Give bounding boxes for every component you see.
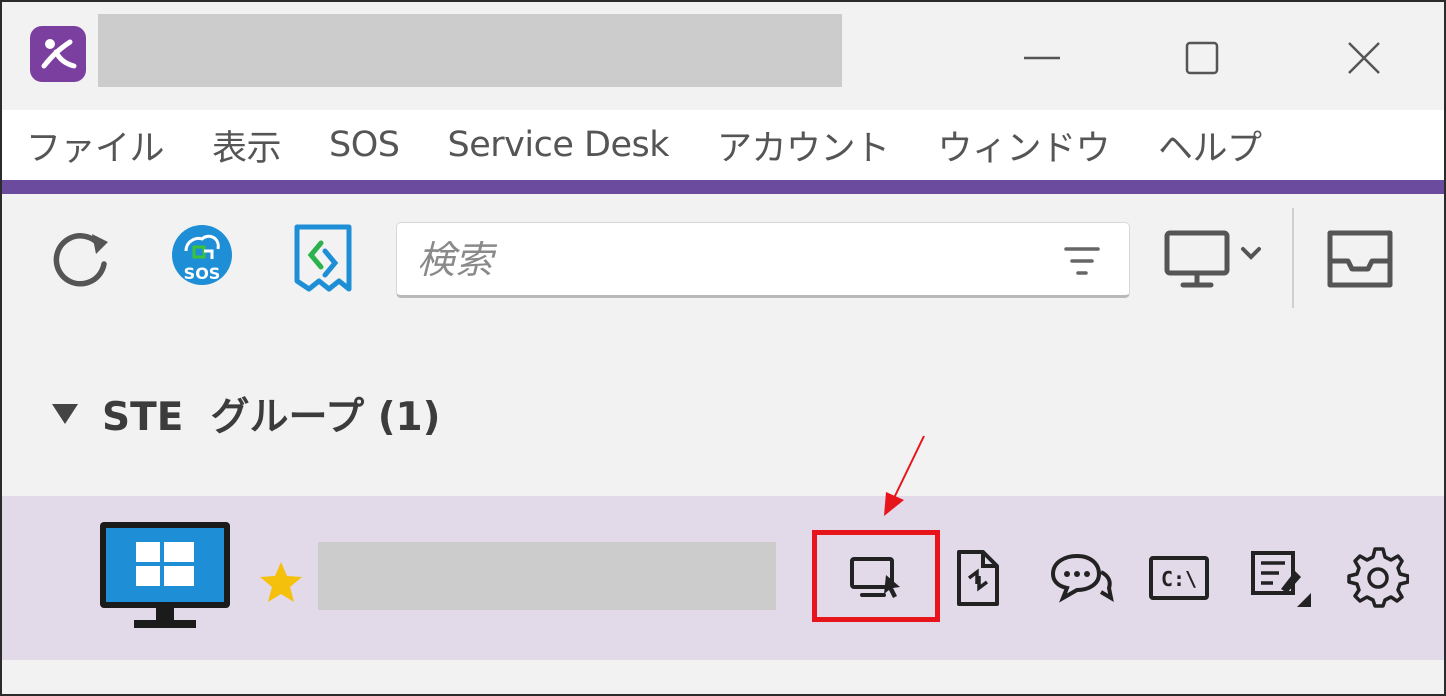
- close-icon: [1348, 42, 1380, 74]
- windows-computer-icon: [98, 520, 232, 636]
- settings-icon: [1347, 547, 1409, 608]
- annotation-arrow-icon: [884, 435, 925, 516]
- search-input[interactable]: [417, 231, 1037, 289]
- inbox-icon: [1327, 230, 1393, 288]
- menu-help[interactable]: ヘルプ: [1158, 120, 1262, 171]
- filter-button[interactable]: [1062, 243, 1102, 283]
- inbox-button[interactable]: [1320, 224, 1400, 294]
- menu-window[interactable]: ウィンドウ: [938, 120, 1111, 171]
- maximize-button[interactable]: [1152, 22, 1252, 94]
- menu-file[interactable]: ファイル: [26, 120, 165, 171]
- chat-icon: [1050, 553, 1114, 603]
- app-logo: [30, 26, 86, 82]
- window-title-redacted: [98, 14, 842, 87]
- toolbar-separator: [1292, 208, 1294, 308]
- connect-button[interactable]: [288, 222, 358, 296]
- sos-button[interactable]: SOS: [164, 220, 240, 296]
- menu-bar: ファイル 表示 SOS Service Desk アカウント ウィンドウ ヘルプ: [2, 110, 1444, 180]
- file-transfer-button[interactable]: [946, 546, 1010, 610]
- minimize-icon: [1024, 56, 1060, 60]
- computer-dropdown-button[interactable]: [1160, 224, 1270, 294]
- computer-dropdown-icon: [1164, 230, 1261, 288]
- terminal-icon: C:\: [1149, 556, 1209, 600]
- menu-view[interactable]: 表示: [212, 120, 282, 171]
- menu-sos[interactable]: SOS: [329, 125, 400, 165]
- favorite-star-icon[interactable]: [258, 560, 304, 608]
- file-transfer-icon: [957, 550, 999, 606]
- group-title: STE グループ (1): [102, 395, 441, 440]
- search-box: [396, 222, 1130, 298]
- refresh-icon: [53, 233, 108, 287]
- annotation-highlight-box: [812, 530, 940, 622]
- app-window: ファイル 表示 SOS Service Desk アカウント ウィンドウ ヘルプ…: [0, 0, 1446, 696]
- minimize-button[interactable]: [992, 22, 1092, 94]
- chat-button[interactable]: [1046, 546, 1116, 610]
- refresh-button[interactable]: [46, 224, 116, 294]
- collapse-triangle-icon[interactable]: [50, 402, 80, 426]
- filter-icon: [1064, 247, 1100, 275]
- settings-button[interactable]: [1346, 546, 1410, 610]
- notes-icon: [1251, 551, 1311, 607]
- sos-badge-text: SOS: [184, 264, 221, 283]
- group-header[interactable]: STE グループ (1): [50, 384, 441, 444]
- toolbar: SOS: [2, 194, 1444, 324]
- notes-button[interactable]: [1248, 546, 1314, 610]
- terminal-button[interactable]: C:\: [1146, 546, 1212, 610]
- menu-service-desk[interactable]: Service Desk: [448, 125, 670, 165]
- maximize-icon: [1185, 41, 1219, 75]
- device-row[interactable]: C:\: [2, 496, 1444, 660]
- connect-icon: [294, 224, 352, 292]
- close-button[interactable]: [1314, 22, 1414, 94]
- menu-account[interactable]: アカウント: [717, 120, 890, 171]
- terminal-label: C:\: [1161, 567, 1197, 591]
- accent-bar: [2, 180, 1444, 194]
- title-bar: [2, 2, 1444, 110]
- sos-icon: SOS: [172, 225, 232, 285]
- device-name-redacted: [318, 542, 776, 610]
